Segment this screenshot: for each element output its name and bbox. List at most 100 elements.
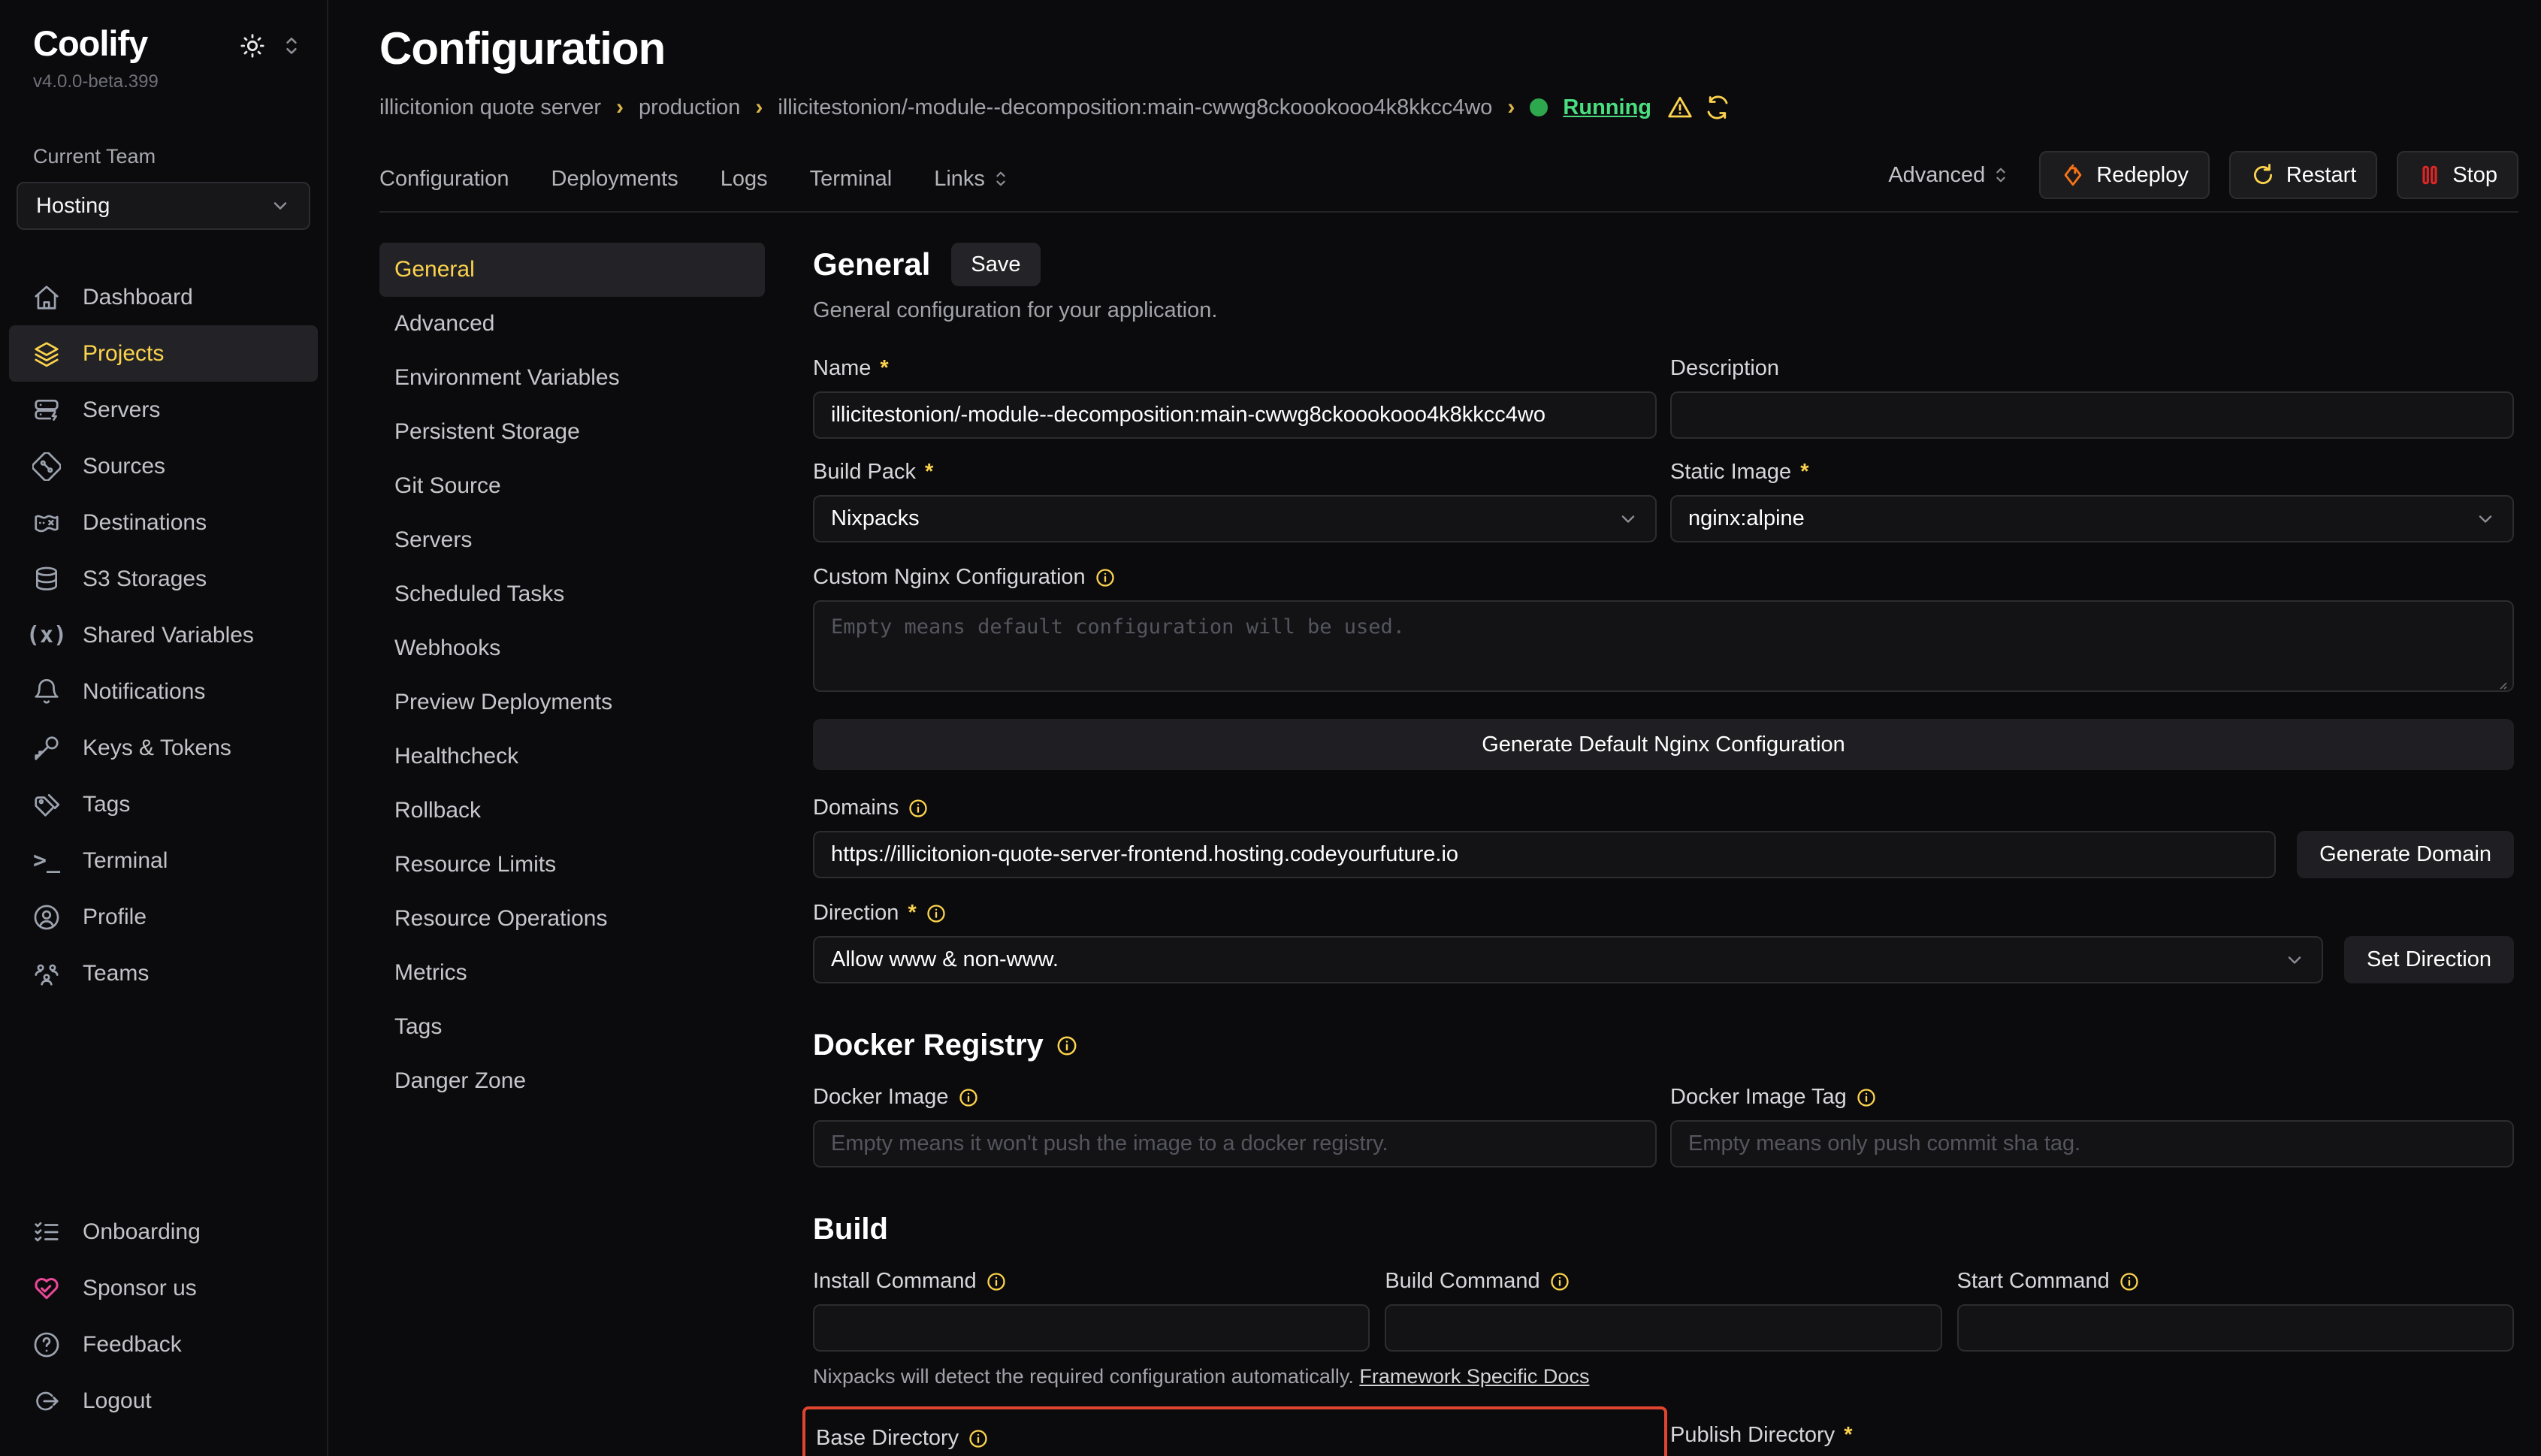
domains-label: Domains <box>813 796 2514 820</box>
status-badge[interactable]: Running <box>1563 95 1651 120</box>
docker-image-tag-label: Docker Image Tag <box>1670 1085 2514 1110</box>
sidebar-item-logout[interactable]: Logout <box>9 1373 318 1429</box>
generate-nginx-button[interactable]: Generate Default Nginx Configuration <box>813 719 2514 770</box>
breadcrumb-environment[interactable]: production <box>639 95 740 120</box>
direction-label: Direction* <box>813 901 2514 926</box>
subnav-item-tags[interactable]: Tags <box>379 1000 765 1054</box>
install-command-input[interactable] <box>813 1304 1370 1352</box>
install-command-label: Install Command <box>813 1269 1370 1294</box>
name-label: Name* <box>813 356 1657 381</box>
sidebar-item-teams[interactable]: Teams <box>9 945 318 1001</box>
stop-button[interactable]: Stop <box>2397 151 2518 199</box>
subnav-item-environment-variables[interactable]: Environment Variables <box>379 351 765 405</box>
breadcrumb-application[interactable]: illicitestonion/-module--decomposition:m… <box>778 95 1492 120</box>
general-settings-form: General Save General configuration for y… <box>813 243 2514 1456</box>
sidebar-item-s3-storages[interactable]: S3 Storages <box>9 551 318 607</box>
tab-deployments[interactable]: Deployments <box>551 167 678 192</box>
subnav-item-metrics[interactable]: Metrics <box>379 946 765 1000</box>
subnav-item-healthcheck[interactable]: Healthcheck <box>379 730 765 784</box>
sidebar-collapse-icon[interactable] <box>282 35 301 57</box>
sidebar-item-projects[interactable]: Projects <box>9 325 318 382</box>
tags-icon <box>32 790 62 819</box>
sidebar-item-destinations[interactable]: Destinations <box>9 494 318 551</box>
subnav-item-resource-limits[interactable]: Resource Limits <box>379 838 765 892</box>
info-icon[interactable] <box>1095 567 1116 588</box>
breadcrumb-project[interactable]: illicitonion quote server <box>379 95 601 120</box>
info-icon[interactable] <box>908 798 929 819</box>
tab-logs[interactable]: Logs <box>721 167 768 192</box>
set-direction-button[interactable]: Set Direction <box>2344 936 2514 983</box>
sidebar-item-label: Servers <box>83 397 160 423</box>
tab-bar: Configuration Deployments Logs Terminal … <box>379 147 2518 213</box>
build-pack-select[interactable]: Nixpacks <box>813 495 1657 542</box>
docker-image-input[interactable] <box>813 1120 1657 1168</box>
static-image-select[interactable]: nginx:alpine <box>1670 495 2514 542</box>
framework-docs-link[interactable]: Framework Specific Docs <box>1359 1365 1589 1388</box>
sidebar-item-profile[interactable]: Profile <box>9 889 318 945</box>
restart-label: Restart <box>2286 163 2356 188</box>
sidebar-item-tags[interactable]: Tags <box>9 776 318 832</box>
build-command-input[interactable] <box>1385 1304 1941 1352</box>
redeploy-icon <box>2060 162 2086 188</box>
subnav-item-persistent-storage[interactable]: Persistent Storage <box>379 405 765 459</box>
save-button[interactable]: Save <box>951 243 1040 286</box>
sidebar-item-notifications[interactable]: Notifications <box>9 663 318 720</box>
app-logo: Coolify <box>33 23 147 64</box>
info-icon[interactable] <box>968 1428 989 1449</box>
info-icon[interactable] <box>1549 1271 1570 1292</box>
git-icon <box>32 452 62 481</box>
subnav-item-resource-operations[interactable]: Resource Operations <box>379 892 765 946</box>
info-icon[interactable] <box>1056 1035 1078 1057</box>
custom-nginx-textarea[interactable] <box>813 600 2514 692</box>
sidebar-item-onboarding[interactable]: Onboarding <box>9 1204 318 1260</box>
subnav-item-general[interactable]: General <box>379 243 765 297</box>
tab-terminal[interactable]: Terminal <box>810 167 893 192</box>
subnav-item-webhooks[interactable]: Webhooks <box>379 621 765 675</box>
info-icon[interactable] <box>958 1087 979 1108</box>
info-icon[interactable] <box>1856 1087 1877 1108</box>
sidebar-item-sources[interactable]: Sources <box>9 438 318 494</box>
subnav-item-advanced[interactable]: Advanced <box>379 297 765 351</box>
docker-image-tag-input[interactable] <box>1670 1120 2514 1168</box>
users-icon <box>32 959 62 988</box>
subnav-item-servers[interactable]: Servers <box>379 513 765 567</box>
start-command-input[interactable] <box>1957 1304 2514 1352</box>
sidebar-item-dashboard[interactable]: Dashboard <box>9 269 318 325</box>
sidebar-footer-nav: Onboarding Sponsor us Feedback Logout <box>0 1204 327 1429</box>
sidebar-item-servers[interactable]: Servers <box>9 382 318 438</box>
refresh-icon[interactable] <box>1704 94 1731 121</box>
build-pack-value: Nixpacks <box>831 506 920 531</box>
sidebar-item-keys-tokens[interactable]: Keys & Tokens <box>9 720 318 776</box>
advanced-dropdown[interactable]: Advanced <box>1888 163 2009 188</box>
redeploy-button[interactable]: Redeploy <box>2039 151 2210 199</box>
info-icon[interactable] <box>986 1271 1007 1292</box>
subnav-item-rollback[interactable]: Rollback <box>379 784 765 838</box>
theme-sun-icon[interactable] <box>240 33 265 59</box>
tab-configuration[interactable]: Configuration <box>379 167 509 192</box>
name-input[interactable] <box>813 391 1657 439</box>
subnav-item-scheduled-tasks[interactable]: Scheduled Tasks <box>379 567 765 621</box>
info-icon[interactable] <box>2119 1271 2140 1292</box>
direction-select[interactable]: Allow www & non-www. <box>813 936 2323 983</box>
sidebar-item-sponsor[interactable]: Sponsor us <box>9 1260 318 1316</box>
chevron-down-icon <box>270 195 291 216</box>
info-icon[interactable] <box>926 903 947 924</box>
subnav-item-danger-zone[interactable]: Danger Zone <box>379 1054 765 1108</box>
sidebar-item-shared-variables[interactable]: (x) Shared Variables <box>9 607 318 663</box>
settings-subnav: General Advanced Environment Variables P… <box>379 243 765 1456</box>
resize-handle-icon[interactable] <box>2496 678 2508 690</box>
subnav-item-preview-deployments[interactable]: Preview Deployments <box>379 675 765 730</box>
subnav-item-git-source[interactable]: Git Source <box>379 459 765 513</box>
sidebar-item-terminal[interactable]: >_ Terminal <box>9 832 318 889</box>
sidebar-item-feedback[interactable]: Feedback <box>9 1316 318 1373</box>
key-icon <box>32 734 62 763</box>
stop-label: Stop <box>2452 163 2497 188</box>
generate-domain-button[interactable]: Generate Domain <box>2297 831 2514 878</box>
team-select[interactable]: Hosting <box>17 182 310 230</box>
warning-icon[interactable] <box>1666 94 1693 121</box>
domains-input[interactable] <box>813 831 2276 878</box>
restart-button[interactable]: Restart <box>2229 151 2377 199</box>
description-input[interactable] <box>1670 391 2514 439</box>
build-command-label: Build Command <box>1385 1269 1941 1294</box>
tab-links[interactable]: Links <box>934 167 1009 192</box>
